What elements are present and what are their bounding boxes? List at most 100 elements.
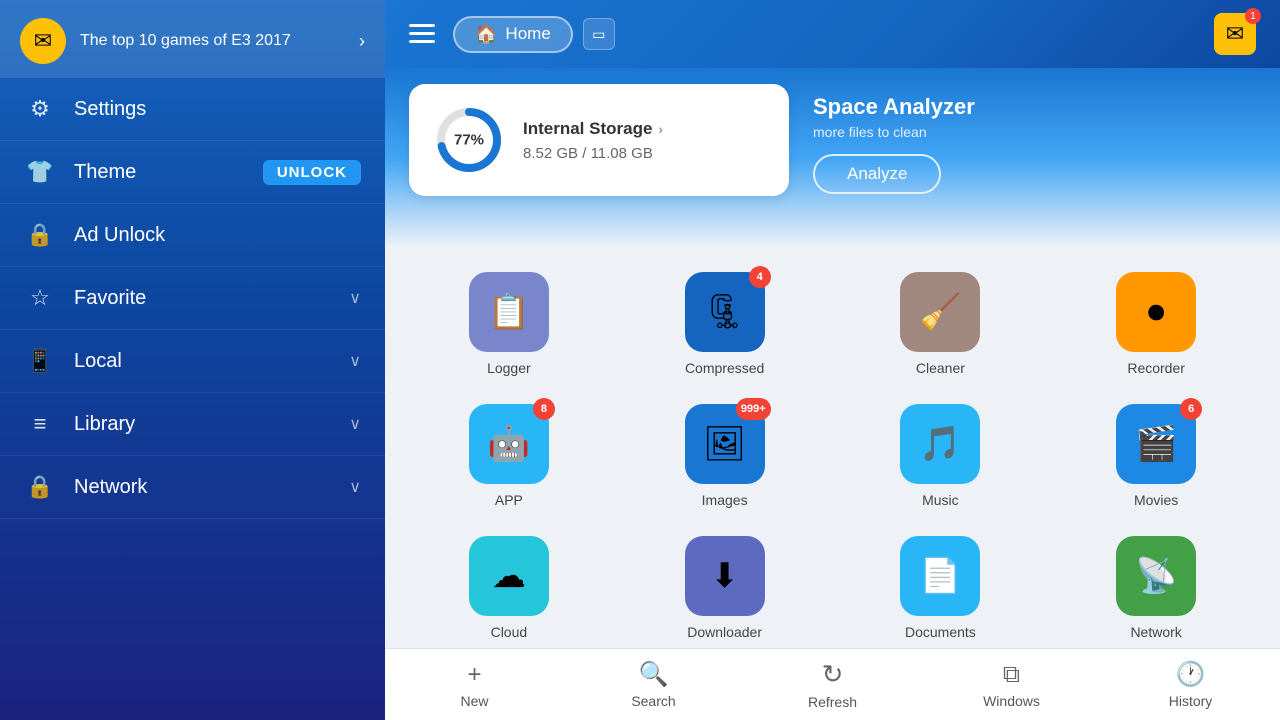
cloud-icon-wrap: ☁: [469, 536, 549, 616]
app-label: APP: [495, 492, 523, 508]
favorite-chevron-icon: ∨: [349, 288, 361, 308]
recorder-icon-wrap: ⏺: [1116, 272, 1196, 352]
history-icon: 🕐: [1176, 660, 1206, 689]
sidebar-label-favorite: Favorite: [74, 287, 349, 310]
movies-icon: 🎬: [1135, 424, 1177, 464]
library-icon: ≡: [24, 411, 56, 437]
app-item-recorder[interactable]: ⏺ Recorder: [1056, 264, 1256, 384]
movies-label: Movies: [1134, 492, 1178, 508]
theme-unlock-badge[interactable]: UNLOCK: [263, 160, 361, 185]
menu-button[interactable]: [409, 24, 435, 44]
app-item-downloader[interactable]: ⬇ Downloader: [625, 528, 825, 648]
mail-button[interactable]: ✉ 1: [1214, 13, 1256, 55]
app-item-compressed[interactable]: 🗜 4 Compressed: [625, 264, 825, 384]
notif-mail-icon: ✉: [20, 18, 66, 64]
bottom-history-button[interactable]: 🕐 History: [1101, 649, 1280, 720]
sidebar-menu: ⚙ Settings 👕 Theme UNLOCK 🔒 Ad Unlock ☆ …: [0, 78, 385, 720]
storage-card[interactable]: 77% Internal Storage › 8.52 GB / 11.08 G…: [409, 84, 789, 196]
settings-icon: ⚙: [24, 96, 56, 122]
app-item-cloud[interactable]: ☁ Cloud: [409, 528, 609, 648]
cleaner-icon: 🧹: [919, 292, 961, 332]
sidebar-label-theme: Theme: [74, 161, 263, 184]
app-item-music[interactable]: 🎵 Music: [841, 396, 1041, 516]
sidebar-item-ad-unlock[interactable]: 🔒 Ad Unlock: [0, 204, 385, 267]
main-panel: 🏠 Home ▭ ✉ 1 77% Internal Sto: [385, 0, 1280, 720]
local-chevron-icon: ∨: [349, 351, 361, 371]
sidebar-label-ad-unlock: Ad Unlock: [74, 224, 361, 247]
storage-size-text: 8.52 GB / 11.08 GB: [523, 145, 765, 162]
sidebar-label-local: Local: [74, 350, 349, 373]
app-item-movies[interactable]: 🎬 6 Movies: [1056, 396, 1256, 516]
bottom-new-button[interactable]: + New: [385, 649, 564, 720]
sidebar-item-theme[interactable]: 👕 Theme UNLOCK: [0, 141, 385, 204]
sidebar-item-local[interactable]: 📱 Local ∨: [0, 330, 385, 393]
windows-label: Windows: [983, 693, 1040, 709]
local-icon: 📱: [24, 348, 56, 374]
app-icon: 🤖: [488, 424, 530, 464]
refresh-icon: ↻: [822, 659, 844, 690]
app-item-documents[interactable]: 📄 Documents: [841, 528, 1041, 648]
app-grid: 📋 Logger 🗜 4 Compressed 🧹 Cleaner ⏺ Reco…: [409, 264, 1256, 648]
sidebar-item-library[interactable]: ≡ Library ∨: [0, 393, 385, 456]
cleaner-label: Cleaner: [916, 360, 965, 376]
documents-label: Documents: [905, 624, 976, 640]
space-analyzer-subtitle: more files to clean: [813, 124, 975, 140]
storage-donut: 77%: [433, 104, 505, 176]
sidebar-label-library: Library: [74, 413, 349, 436]
home-button[interactable]: 🏠 Home: [453, 16, 573, 53]
home-label: Home: [505, 24, 550, 44]
sidebar-notification[interactable]: ✉ The top 10 games of E3 2017 ›: [0, 0, 385, 78]
favorite-icon: ☆: [24, 285, 56, 311]
compressed-label: Compressed: [685, 360, 764, 376]
movies-icon-wrap: 🎬 6: [1116, 404, 1196, 484]
app-item-network2[interactable]: 📡 Network: [1056, 528, 1256, 648]
movies-badge: 6: [1180, 398, 1202, 420]
mail-icon: ✉: [1226, 21, 1244, 47]
network2-icon-wrap: 📡: [1116, 536, 1196, 616]
images-label: Images: [702, 492, 748, 508]
app-item-cleaner[interactable]: 🧹 Cleaner: [841, 264, 1041, 384]
app-badge: 8: [533, 398, 555, 420]
bottom-refresh-button[interactable]: ↻ Refresh: [743, 649, 922, 720]
app-icon-wrap: 🤖 8: [469, 404, 549, 484]
logger-icon-wrap: 📋: [469, 272, 549, 352]
sidebar-item-settings[interactable]: ⚙ Settings: [0, 78, 385, 141]
compressed-badge: 4: [749, 266, 771, 288]
bottom-search-button[interactable]: 🔍 Search: [564, 649, 743, 720]
storage-percent-label: 77%: [454, 132, 484, 149]
new-label: New: [460, 693, 488, 709]
new-icon: +: [467, 661, 481, 689]
recorder-label: Recorder: [1127, 360, 1185, 376]
logger-label: Logger: [487, 360, 531, 376]
analyze-button[interactable]: Analyze: [813, 154, 941, 194]
sidebar-label-network: Network: [74, 476, 349, 499]
mail-badge: 1: [1245, 8, 1261, 24]
storage-info: Internal Storage › 8.52 GB / 11.08 GB: [523, 119, 765, 162]
tab-button[interactable]: ▭: [583, 18, 615, 50]
ad-unlock-icon: 🔒: [24, 222, 56, 248]
search-label: Search: [631, 693, 675, 709]
logger-icon: 📋: [488, 292, 530, 332]
cleaner-icon-wrap: 🧹: [900, 272, 980, 352]
documents-icon-wrap: 📄: [900, 536, 980, 616]
downloader-icon-wrap: ⬇: [685, 536, 765, 616]
windows-icon: ⧉: [1003, 661, 1020, 689]
music-icon-wrap: 🎵: [900, 404, 980, 484]
cloud-label: Cloud: [491, 624, 528, 640]
content-area: 77% Internal Storage › 8.52 GB / 11.08 G…: [385, 68, 1280, 248]
home-icon: 🏠: [475, 24, 497, 45]
recorder-icon: ⏺: [1148, 293, 1165, 332]
topbar-right: ✉ 1: [1214, 13, 1256, 55]
bottom-windows-button[interactable]: ⧉ Windows: [922, 649, 1101, 720]
refresh-label: Refresh: [808, 694, 857, 710]
tab-icon: ▭: [592, 26, 605, 43]
sidebar-item-favorite[interactable]: ☆ Favorite ∨: [0, 267, 385, 330]
app-item-app[interactable]: 🤖 8 APP: [409, 396, 609, 516]
network-chevron-icon: ∨: [349, 477, 361, 497]
app-item-logger[interactable]: 📋 Logger: [409, 264, 609, 384]
app-item-images[interactable]: 🖼 999+ Images: [625, 396, 825, 516]
music-label: Music: [922, 492, 959, 508]
history-label: History: [1169, 693, 1213, 709]
downloader-icon: ⬇: [710, 556, 739, 596]
sidebar-item-network[interactable]: 🔒 Network ∨: [0, 456, 385, 519]
